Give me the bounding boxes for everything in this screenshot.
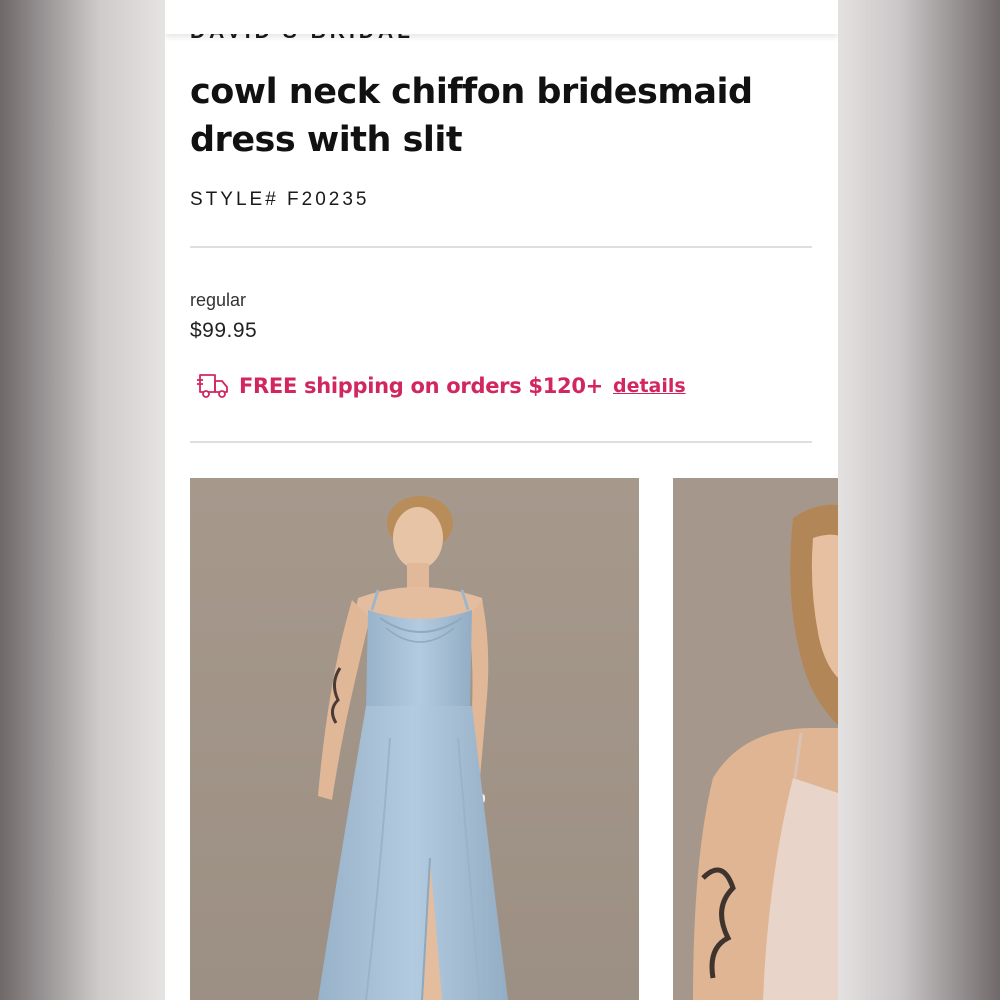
divider <box>190 441 812 443</box>
shipping-details-link[interactable]: details <box>613 375 686 397</box>
product-page: DAVID'S BRIDAL cowl neck chiffon bridesm… <box>165 0 838 1000</box>
product-image-gallery[interactable] <box>190 478 838 1000</box>
product-photo-secondary[interactable] <box>673 478 838 1000</box>
model-blue-dress-image <box>190 478 639 1000</box>
price-label: regular <box>190 290 247 310</box>
product-title: cowl neck chiffon bridesmaid dress with … <box>190 72 753 160</box>
product-price: $99.95 <box>190 319 258 342</box>
model-closeup-image <box>673 478 838 1000</box>
product-photo-main[interactable] <box>190 478 639 1000</box>
top-nav-bar <box>165 0 838 34</box>
style-number: STYLE# F20235 <box>190 189 370 210</box>
delivery-truck-icon <box>197 374 228 398</box>
divider <box>190 246 812 248</box>
shipping-banner: FREE shipping on orders $120+ details <box>197 366 686 406</box>
shipping-text: FREE shipping on orders $120+ <box>239 374 603 398</box>
